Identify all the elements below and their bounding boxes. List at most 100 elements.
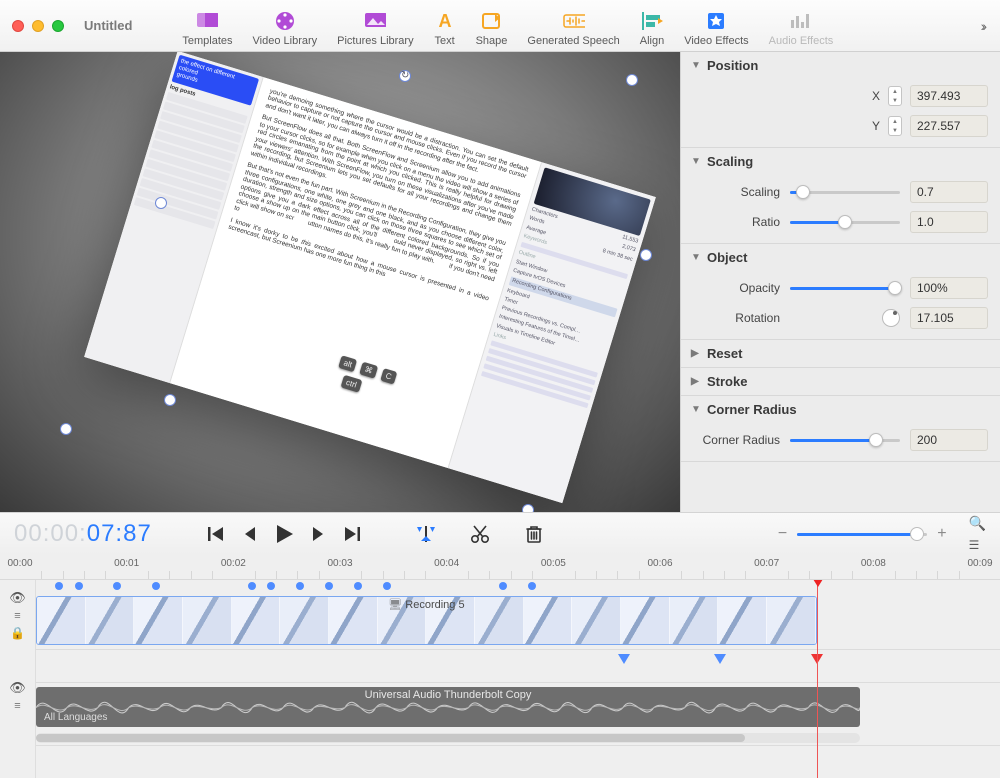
go-to-start-button[interactable]	[204, 522, 228, 546]
canvas[interactable]: the effect on different coloredgrounds l…	[0, 52, 680, 512]
transport-bar: 00:00:07:87 − + 🔍 ☰	[0, 512, 1000, 554]
section-header-scaling[interactable]: ▼Scaling	[681, 148, 1000, 175]
timeline-marker[interactable]	[267, 582, 275, 590]
toolbar-label: Align	[640, 35, 664, 47]
video-track[interactable]: 🖥 Recording 5	[36, 592, 1000, 650]
canvas-clip[interactable]: the effect on different coloredgrounds l…	[84, 52, 656, 503]
toolbar-label: Generated Speech	[527, 35, 619, 47]
timeline-marker[interactable]	[55, 582, 63, 590]
selection-handle-bl[interactable]	[164, 394, 176, 406]
timeline-marker[interactable]	[113, 582, 121, 590]
timeline-marker[interactable]	[383, 582, 391, 590]
y-value-field[interactable]: 227.557	[910, 115, 988, 137]
keyframe-marker-active[interactable]	[811, 654, 823, 664]
corner-value-field[interactable]: 200	[910, 429, 988, 451]
y-stepper[interactable]: ▲▼	[888, 116, 902, 136]
timeline-ruler[interactable]: 00:0000:0100:0200:0300:0400:0500:0600:07…	[0, 554, 1000, 580]
timeline-marker[interactable]	[499, 582, 507, 590]
track-menu-icon[interactable]: ≡	[14, 610, 20, 622]
go-to-end-button[interactable]	[340, 522, 364, 546]
video-clip[interactable]: 🖥 Recording 5	[36, 596, 817, 645]
selection-handle-ml[interactable]	[60, 423, 72, 435]
track-menu-icon[interactable]: ≡	[14, 700, 20, 712]
x-stepper[interactable]: ▲▼	[888, 86, 902, 106]
toolbar-overflow-button[interactable]: ››	[981, 18, 988, 34]
selection-handle-mr[interactable]	[522, 504, 534, 512]
corner-slider[interactable]	[790, 432, 900, 448]
y-label: Y	[872, 119, 880, 133]
toolbar-video-library[interactable]: Video Library	[243, 5, 328, 51]
search-icon[interactable]: 🔍	[969, 515, 986, 532]
track-gutter: 👁 ≡ 🔒 👁 ≡	[0, 580, 36, 778]
text-icon: A	[434, 11, 456, 31]
ruler-label: 00:09	[967, 558, 992, 569]
scrollbar-thumb[interactable]	[36, 734, 745, 742]
timeline-marker[interactable]	[354, 582, 362, 590]
visibility-icon[interactable]: 👁	[9, 590, 26, 606]
ratio-slider[interactable]	[790, 214, 900, 230]
rotation-dial[interactable]	[882, 309, 900, 327]
minimize-window-button[interactable]	[32, 20, 44, 32]
timeline-marker[interactable]	[296, 582, 304, 590]
toolbar-generated-speech[interactable]: Generated Speech	[517, 5, 629, 51]
selection-handle-tr[interactable]	[626, 74, 638, 86]
keyframe-marker[interactable]	[618, 654, 630, 664]
toolbar-templates[interactable]: Templates	[172, 5, 242, 51]
audio-clip[interactable]: Universal Audio Thunderbolt Copy All Lan…	[36, 687, 860, 727]
zoom-out-button[interactable]: −	[778, 525, 787, 543]
scaling-value-field[interactable]: 0.7	[910, 181, 988, 203]
ruler-label: 00:00	[7, 558, 32, 569]
section-header-position[interactable]: ▼Position	[681, 52, 1000, 79]
svg-text:A: A	[438, 11, 451, 31]
toolbar: Templates Video Library Pictures Library…	[172, 0, 843, 51]
marker-row	[36, 580, 1000, 592]
ratio-value-field[interactable]: 1.0	[910, 211, 988, 233]
templates-icon	[196, 11, 218, 31]
step-back-button[interactable]	[238, 522, 262, 546]
timeline-marker[interactable]	[248, 582, 256, 590]
zoom-in-button[interactable]: +	[937, 525, 946, 543]
x-value-field[interactable]: 397.493	[910, 85, 988, 107]
timeline-marker[interactable]	[152, 582, 160, 590]
timeline-marker[interactable]	[528, 582, 536, 590]
cut-button[interactable]	[468, 522, 492, 546]
ruler-label: 00:08	[861, 558, 886, 569]
visibility-icon[interactable]: 👁	[9, 680, 26, 696]
toolbar-video-effects[interactable]: Video Effects	[674, 5, 758, 51]
step-forward-button[interactable]	[306, 522, 330, 546]
toolbar-audio-effects[interactable]: Audio Effects	[759, 5, 844, 51]
section-header-reset[interactable]: ▶Reset	[681, 340, 1000, 367]
split-clip-button[interactable]	[414, 522, 438, 546]
section-header-corner[interactable]: ▼Corner Radius	[681, 396, 1000, 423]
selection-handle-tl[interactable]	[155, 197, 167, 209]
rotation-value-field[interactable]: 17.105	[910, 307, 988, 329]
ratio-label: Ratio	[752, 215, 780, 229]
maximize-window-button[interactable]	[52, 20, 64, 32]
selection-handle-br[interactable]	[640, 249, 652, 261]
keyframe-marker[interactable]	[714, 654, 726, 664]
rotation-handle[interactable]	[399, 70, 411, 82]
toolbar-pictures-library[interactable]: Pictures Library	[327, 5, 423, 51]
track-area[interactable]: 🖥 Recording 5 Universal Audio Thunderbol…	[36, 580, 1000, 778]
toolbar-text[interactable]: A Text	[424, 5, 466, 51]
toolbar-shape[interactable]: Shape	[466, 5, 518, 51]
scaling-slider[interactable]	[790, 184, 900, 200]
zoom-slider[interactable]	[797, 527, 927, 541]
audio-track[interactable]: Universal Audio Thunderbolt Copy All Lan…	[36, 682, 1000, 746]
section-stroke: ▶Stroke	[681, 368, 1000, 396]
opacity-value-field[interactable]: 100%	[910, 277, 988, 299]
lock-icon[interactable]: 🔒	[10, 626, 25, 640]
section-header-object[interactable]: ▼Object	[681, 244, 1000, 271]
ruler-label: 00:05	[541, 558, 566, 569]
list-icon[interactable]: ☰	[969, 538, 986, 552]
delete-button[interactable]	[522, 522, 546, 546]
toolbar-align[interactable]: Align	[630, 5, 674, 51]
play-button[interactable]	[272, 522, 296, 546]
horizontal-scrollbar[interactable]	[36, 733, 860, 743]
timeline-marker[interactable]	[325, 582, 333, 590]
section-header-stroke[interactable]: ▶Stroke	[681, 368, 1000, 395]
timeline-marker[interactable]	[75, 582, 83, 590]
close-window-button[interactable]	[12, 20, 24, 32]
film-reel-icon	[274, 11, 296, 31]
opacity-slider[interactable]	[790, 280, 900, 296]
